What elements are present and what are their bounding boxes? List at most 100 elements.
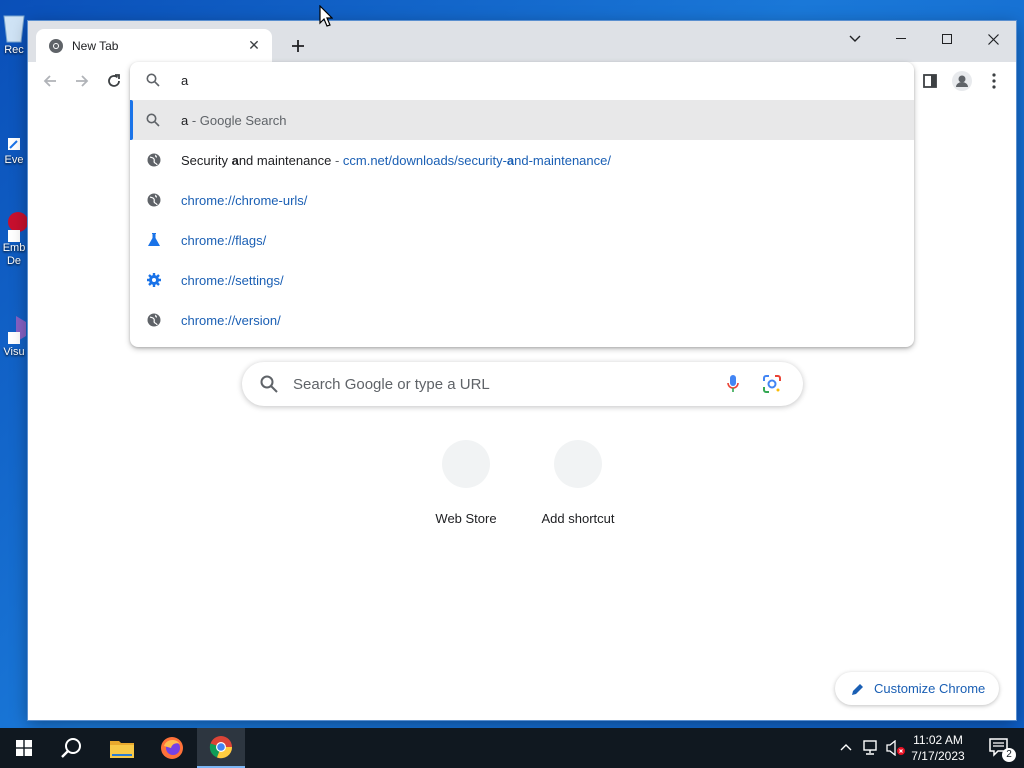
- new-tab-button[interactable]: [287, 35, 309, 57]
- recycle-bin-icon: [3, 15, 25, 43]
- suggestion-url: chrome://settings/: [181, 273, 284, 288]
- visual-studio-icon: [8, 316, 26, 344]
- suggestion-chrome-urls[interactable]: chrome://chrome-urls/: [130, 180, 914, 220]
- suggestion-title-match: a: [231, 153, 239, 168]
- ntp-search-placeholder: Search Google or type a URL: [293, 376, 490, 393]
- gear-icon: [147, 273, 161, 287]
- omnibox-dropdown: a a - Google Search Security and mainten…: [130, 62, 914, 347]
- desktop-icon-event[interactable]: Eve: [0, 120, 28, 166]
- profile-icon: [952, 71, 972, 91]
- arrow-left-icon: [43, 75, 56, 87]
- back-button[interactable]: [38, 69, 62, 93]
- mouse-cursor-icon: [319, 5, 333, 27]
- microphone-icon[interactable]: [726, 374, 740, 394]
- suggestion-url: nd-maintenance/: [514, 153, 611, 168]
- desktop-icon-label: Rec: [4, 44, 24, 56]
- suggestion-history[interactable]: Security and maintenance - ccm.net/downl…: [130, 140, 914, 180]
- clock-date: 7/17/2023: [911, 749, 965, 763]
- action-center-button[interactable]: 2: [976, 728, 1024, 768]
- suggestion-version[interactable]: chrome://version/: [130, 300, 914, 340]
- close-icon: [987, 33, 999, 45]
- minimize-button[interactable]: [878, 25, 924, 53]
- flask-icon: [148, 233, 160, 246]
- search-icon: [260, 375, 278, 393]
- shortcut-label: Add shortcut: [541, 511, 615, 526]
- chevron-down-icon: [849, 35, 861, 42]
- shortcut-label: Web Store: [435, 511, 497, 526]
- chrome-icon: [209, 736, 233, 759]
- search-icon: [146, 113, 160, 127]
- desktop-icon-label: Visu: [3, 346, 25, 358]
- start-button[interactable]: [0, 728, 48, 768]
- side-panel-icon: [923, 74, 937, 88]
- app-icon: [8, 212, 28, 242]
- forward-button[interactable]: [70, 69, 94, 93]
- search-icon: [146, 73, 160, 87]
- file-explorer-button[interactable]: [98, 728, 146, 768]
- chevron-up-icon[interactable]: [840, 743, 852, 751]
- shortcut-add[interactable]: Add shortcut: [523, 440, 633, 526]
- tab-new-tab[interactable]: New Tab ✕: [36, 29, 272, 62]
- reload-button[interactable]: [102, 69, 126, 93]
- volume-muted-icon[interactable]: [886, 740, 906, 756]
- suggestion-settings[interactable]: chrome://settings/: [130, 260, 914, 300]
- suggestion-search[interactable]: a - Google Search: [130, 100, 914, 140]
- suggestion-separator: -: [331, 153, 343, 168]
- search-taskbar-button[interactable]: [48, 728, 96, 768]
- folder-icon: [110, 741, 134, 758]
- close-window-button[interactable]: [970, 25, 1016, 53]
- tab-search-button[interactable]: [832, 25, 878, 53]
- suggestion-flags[interactable]: chrome://flags/: [130, 220, 914, 260]
- chrome-taskbar-button[interactable]: [197, 728, 245, 768]
- taskbar: 11:02 AM 7/17/2023 2: [0, 728, 1024, 768]
- globe-icon: [147, 313, 161, 327]
- title-bar: New Tab ✕: [28, 21, 1016, 62]
- google-lens-icon[interactable]: [762, 374, 782, 394]
- profile-button[interactable]: [950, 69, 974, 93]
- desktop-icon-label: Emb De: [2, 242, 26, 267]
- globe-icon: [147, 153, 161, 167]
- desktop-icon-embedded[interactable]: Emb De: [0, 208, 28, 268]
- suggestion-label: Google Search: [199, 113, 287, 128]
- suggestion-text: Security and maintenance - ccm.net/downl…: [181, 153, 611, 168]
- suggestion-text: a - Google Search: [181, 113, 287, 128]
- omnibox-text: a: [181, 73, 189, 88]
- close-tab-icon[interactable]: ✕: [246, 37, 262, 54]
- suggestion-title: nd maintenance: [238, 153, 332, 168]
- reload-icon: [108, 74, 120, 87]
- taskbar-clock[interactable]: 11:02 AM 7/17/2023: [905, 732, 971, 764]
- suggestion-title: Security: [181, 153, 232, 168]
- omnibox-input[interactable]: a: [130, 62, 914, 100]
- shortcut-tile: [442, 440, 490, 488]
- network-icon[interactable]: [862, 740, 880, 756]
- more-vert-icon: [992, 73, 996, 89]
- desktop-icon-recycle-bin[interactable]: Rec: [0, 10, 28, 56]
- side-panel-button[interactable]: [918, 69, 942, 93]
- notification-badge: 2: [1002, 748, 1016, 762]
- maximize-button[interactable]: [924, 25, 970, 53]
- suggestion-separator: -: [188, 113, 200, 128]
- suggestion-url: chrome://flags/: [181, 233, 267, 248]
- ntp-search-box[interactable]: Search Google or type a URL: [242, 362, 803, 406]
- suggestion-url: chrome://chrome-urls/: [181, 193, 308, 208]
- clock-time: 11:02 AM: [913, 733, 963, 747]
- minimize-icon: [896, 38, 906, 39]
- desktop-icon-visual-studio[interactable]: Visu: [0, 312, 28, 358]
- shortcut-web-store[interactable]: Web Store: [411, 440, 521, 526]
- desktop-icon-label: Eve: [4, 154, 24, 166]
- windows-icon: [16, 740, 32, 756]
- shortcut-icon: [8, 138, 20, 150]
- suggestion-url: ccm.net/downloads/security-: [342, 153, 507, 168]
- customize-chrome-button[interactable]: Customize Chrome: [835, 672, 999, 705]
- firefox-button[interactable]: [148, 728, 196, 768]
- browser-window: New Tab ✕ a a - Google Search Security a…: [28, 21, 1016, 720]
- tab-title: New Tab: [72, 38, 119, 53]
- globe-icon: [147, 193, 161, 207]
- arrow-right-icon: [76, 75, 89, 87]
- menu-button[interactable]: [982, 69, 1006, 93]
- chrome-icon: [49, 38, 63, 53]
- shortcut-tile: [554, 440, 602, 488]
- plus-icon: [292, 40, 304, 52]
- firefox-icon: [161, 737, 183, 759]
- pencil-icon: [852, 683, 863, 695]
